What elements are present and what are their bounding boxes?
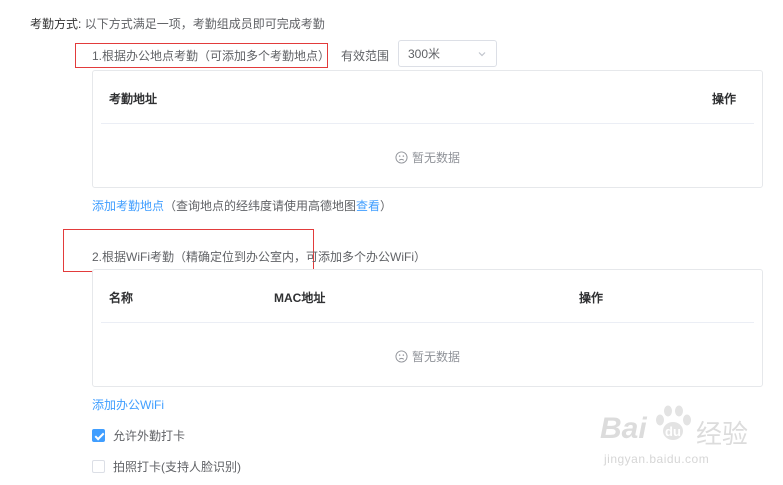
wifi-table: 名称 MAC地址 操作 暂无数据 — [92, 269, 763, 387]
column-header-mac: MAC地址 — [274, 291, 326, 305]
photo-punch-checkbox[interactable] — [92, 460, 105, 473]
sad-face-icon — [395, 151, 408, 164]
view-map-link[interactable]: 查看 — [356, 199, 380, 213]
location-table-empty: 暂无数据 — [93, 149, 762, 166]
empty-text: 暂无数据 — [411, 350, 460, 364]
range-label: 有效范围 — [341, 49, 390, 63]
watermark-brand-suffix: 经验 — [696, 419, 749, 449]
allow-field-punch-option[interactable]: 允许外勤打卡 — [92, 427, 185, 444]
wifi-table-empty: 暂无数据 — [93, 348, 762, 365]
column-header-actions: 操作 — [579, 291, 604, 305]
map-hint-close: ） — [380, 199, 393, 213]
location-table-header: 考勤地址 操作 — [101, 71, 754, 124]
range-select[interactable]: 300米 — [398, 40, 497, 67]
allow-field-punch-label: 允许外勤打卡 — [113, 429, 186, 443]
column-header-address: 考勤地址 — [109, 92, 158, 106]
allow-field-punch-checkbox[interactable] — [92, 429, 105, 442]
svg-text:du: du — [665, 424, 681, 439]
paw-icon: du — [656, 405, 691, 440]
wifi-option-title: 2.根据WiFi考勤（精确定位到办公室内，可添加多个办公WiFi） — [92, 250, 426, 264]
map-hint-text: （查询地点的经纬度请使用高德地图 — [164, 199, 357, 213]
column-header-actions: 操作 — [711, 92, 736, 106]
watermark-brand: Bai — [600, 412, 647, 445]
column-header-name: 名称 — [109, 291, 134, 305]
empty-text: 暂无数据 — [411, 151, 460, 165]
range-select-value: 300米 — [408, 47, 441, 61]
add-location-link[interactable]: 添加考勤地点 — [92, 199, 164, 213]
attendance-mode-label: 考勤方式: — [30, 17, 82, 31]
add-location-row: 添加考勤地点（查询地点的经纬度请使用高德地图查看） — [92, 197, 392, 214]
photo-punch-label: 拍照打卡(支持人脸识别) — [113, 460, 241, 474]
chevron-down-icon — [478, 51, 486, 56]
sad-face-icon — [395, 350, 408, 363]
attendance-mode-row: 考勤方式: 以下方式满足一项，考勤组成员即可完成考勤 — [30, 15, 325, 32]
attendance-mode-description: 以下方式满足一项，考勤组成员即可完成考勤 — [84, 17, 325, 31]
add-wifi-link[interactable]: 添加办公WiFi — [92, 396, 164, 413]
photo-punch-option[interactable]: 拍照打卡(支持人脸识别) — [92, 458, 241, 475]
baidu-jingyan-watermark: Bai du 经验 jingyan.baidu.com — [600, 400, 775, 470]
location-table: 考勤地址 操作 暂无数据 — [92, 70, 763, 188]
wifi-table-header: 名称 MAC地址 操作 — [101, 270, 754, 323]
location-option-title: 1.根据办公地点考勤（可添加多个考勤地点） — [92, 49, 331, 63]
watermark-url: jingyan.baidu.com — [604, 452, 710, 466]
